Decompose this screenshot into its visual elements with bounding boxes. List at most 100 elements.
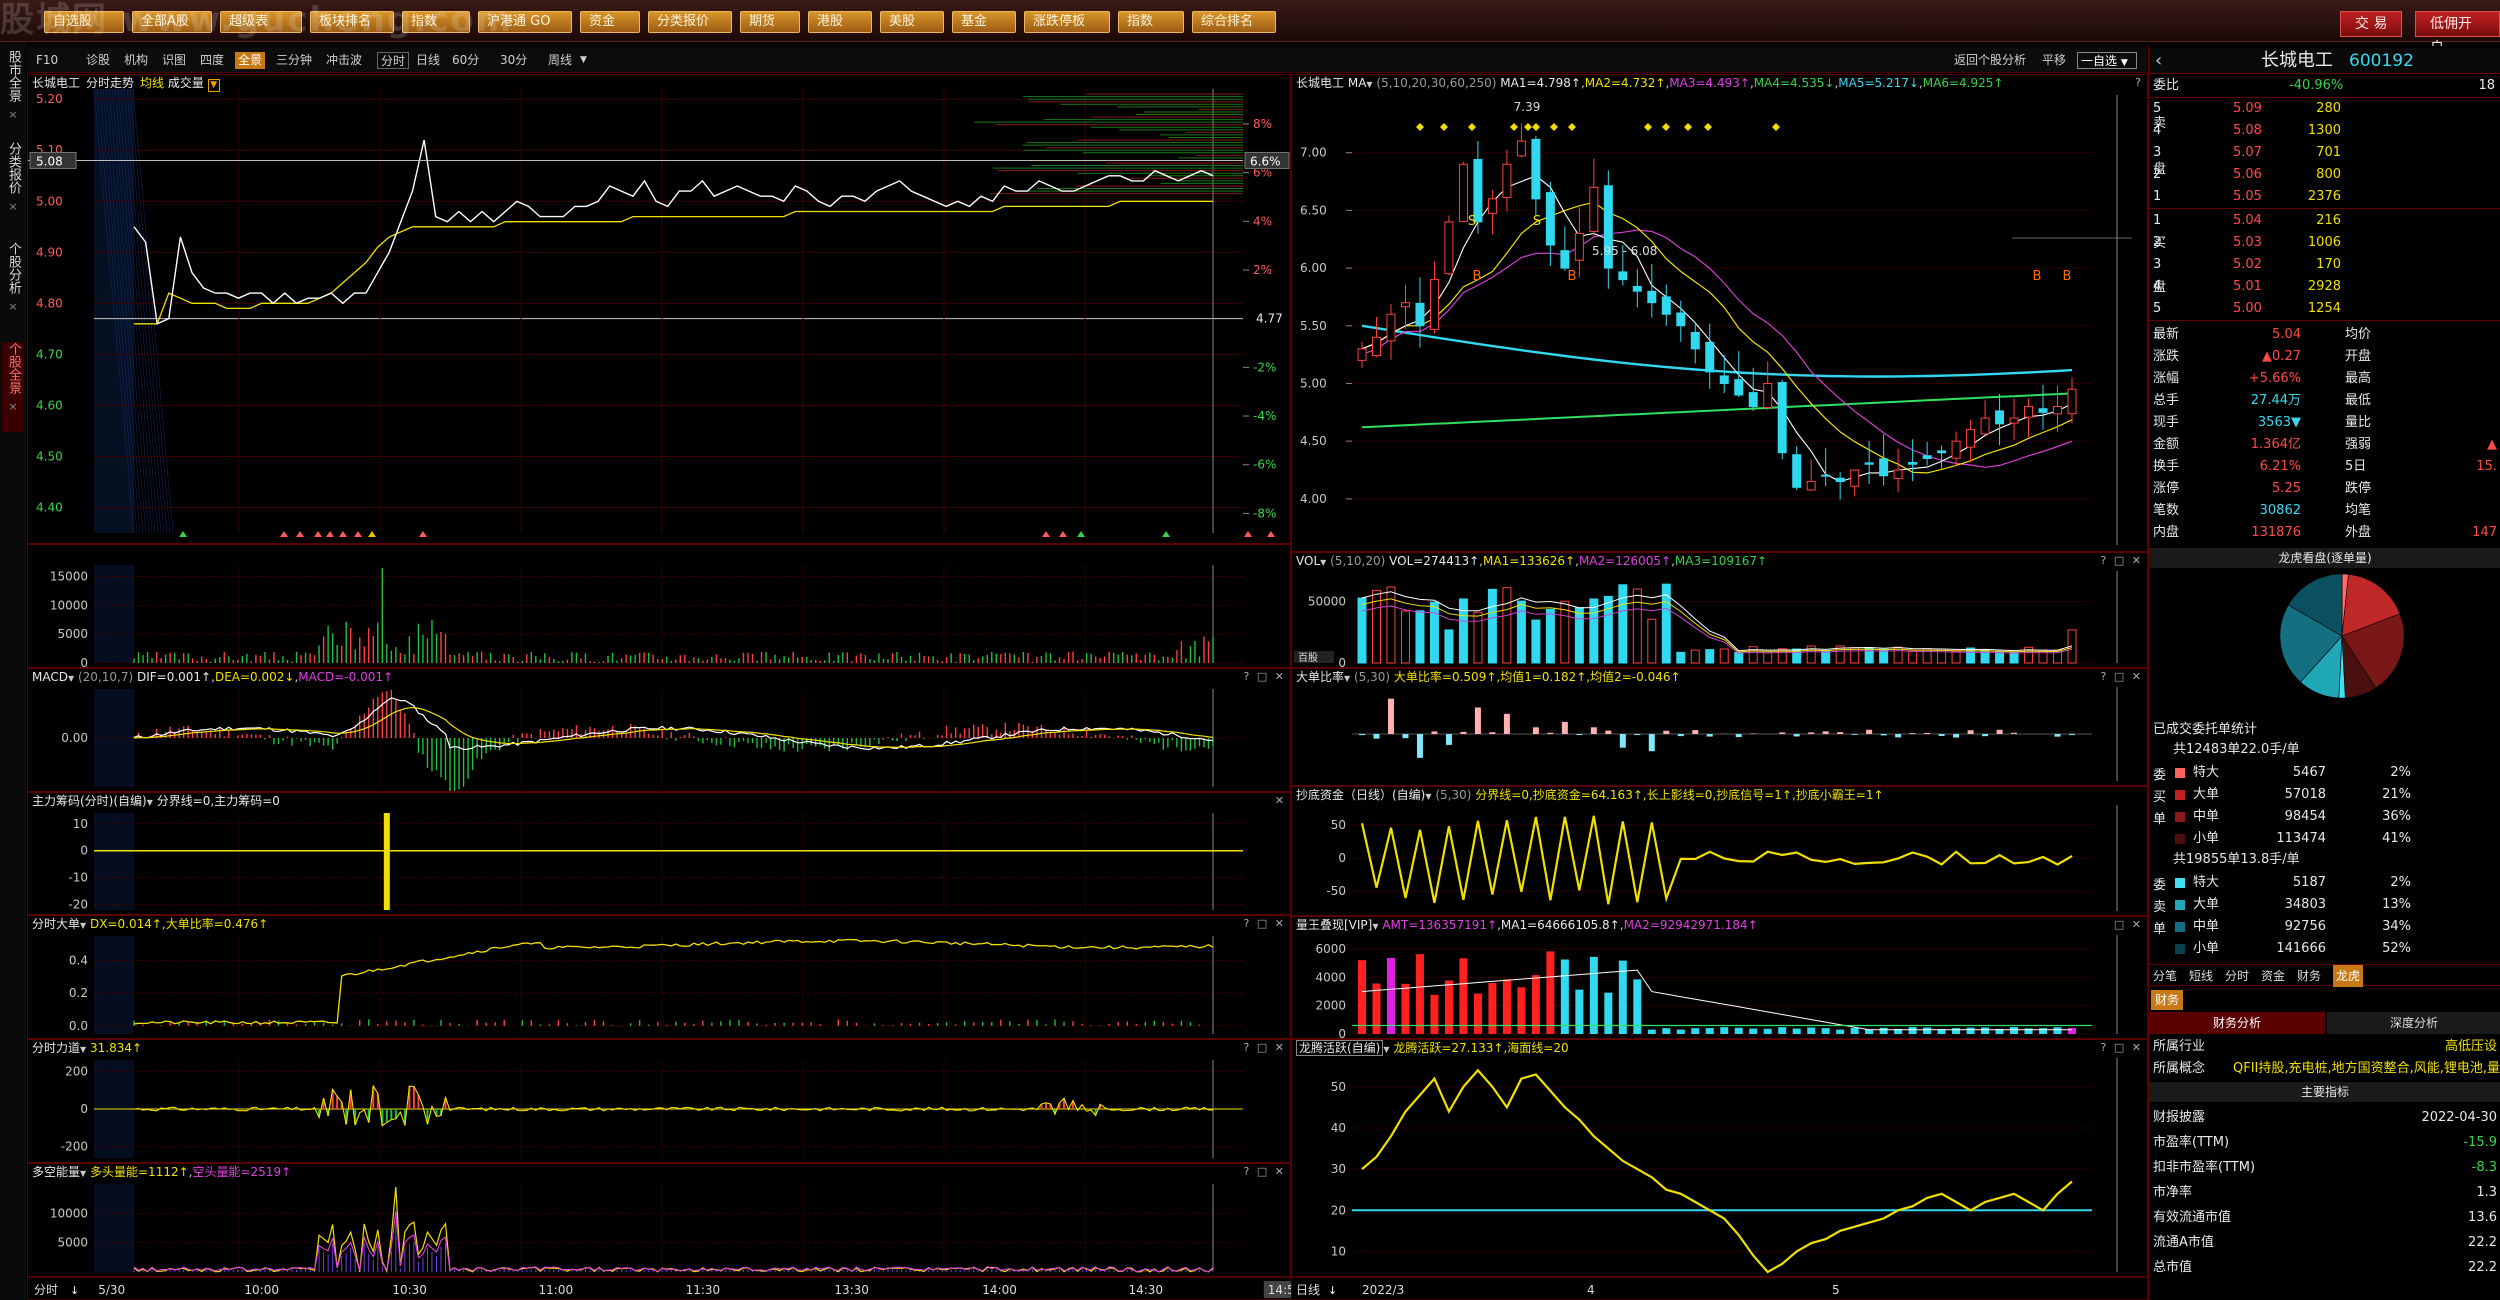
close-icon[interactable]: ×	[2, 107, 24, 123]
chaodi-panel[interactable]: 50 0 -50 抄底资金（日线）(自编)▼ (5,30) 分界线=0,抄底资金=6…	[1291, 786, 2148, 916]
toolbar-tab[interactable]: 三分钟	[273, 52, 315, 69]
bid-pan-label: 盘	[2153, 280, 2167, 295]
ma-menu[interactable]: MA	[1348, 76, 1367, 90]
duokong-panel[interactable]: 10000 5000 多空能量▼ 多头量能=1112↑,空头量能=2519↑ ? …	[27, 1163, 1291, 1277]
dadan-panel[interactable]: 0.4 0.2 0.0 分时大单▼ DX=0.014↑,大单比率=0.476↑ ? …	[27, 915, 1291, 1039]
macd-panel[interactable]: 0.00 MACD▼ (20,10,7) DIF=0.001↑,DEA=0.00…	[27, 668, 1291, 792]
watchlist-select[interactable]: 一自选 ▼	[2077, 52, 2137, 69]
quote-tab[interactable]: 分笔	[2153, 965, 2177, 987]
return-analysis-button[interactable]: 返回个股分析	[1951, 52, 2029, 69]
indicator-name[interactable]: 龙腾活跃(自编)	[1296, 1040, 1384, 1056]
chevron-down-icon[interactable]: ▼	[1366, 80, 1372, 89]
indicator-name[interactable]: 量王叠现[VIP]	[1296, 918, 1372, 932]
chevron-down-icon[interactable]: ▼	[147, 798, 153, 807]
close-icon[interactable]: ✕	[1275, 794, 1286, 807]
menu-item[interactable]: 分类报价	[648, 11, 732, 33]
stat-label: 涨幅	[2153, 371, 2180, 386]
menu-item[interactable]: 港股	[808, 11, 872, 33]
period-tab[interactable]: 日线	[413, 52, 443, 69]
lidao-panel[interactable]: 200 0 -200 分时力道▼ 31.834↑ ? □ ✕	[27, 1039, 1291, 1163]
time-axis-labels: 分时 ↓ 5/30 10:00 10:30 11:00 11:30 13:30 14:00 14:…	[34, 1281, 1292, 1298]
candle-body	[1806, 481, 1816, 491]
chevron-down-icon[interactable]: ▼	[68, 674, 74, 683]
menu-item[interactable]: 基金	[952, 11, 1016, 33]
open-account-button[interactable]: 低佣开户	[2415, 11, 2500, 56]
chevron-down-icon[interactable]: ▼	[80, 1045, 86, 1054]
intraday-volume-panel[interactable]: 15000 10000 5000 0	[27, 544, 1291, 668]
panel-controls[interactable]: ? □ ✕	[2101, 554, 2143, 567]
panel-controls[interactable]: ? □ ✕	[1244, 1165, 1286, 1178]
toolbar-tab[interactable]: F10	[33, 52, 61, 69]
trade-button[interactable]: 交 易	[2340, 11, 2403, 37]
toolbar-tab[interactable]: 四度	[197, 52, 227, 69]
chevron-down-icon[interactable]: ▼	[1383, 1045, 1389, 1054]
indicator-name[interactable]: VOL	[1296, 554, 1320, 568]
toolbar-tab[interactable]: 冲击波	[323, 52, 365, 69]
chevron-down-icon[interactable]: ▼	[1425, 792, 1431, 801]
menu-item[interactable]: 期货	[740, 11, 800, 33]
sidenav-stock-analysis[interactable]: 个股分析 ×	[2, 242, 24, 332]
volume-toggle[interactable]: 成交量	[168, 76, 204, 90]
quote-tab[interactable]: 财务	[2297, 965, 2321, 987]
indicator-name[interactable]: 抄底资金（日线）(自编)	[1296, 788, 1425, 802]
zhuli-panel[interactable]: 10 0 -10 -20 主力筹码(分时)(自编)▼ 分界线=0,主力筹码=0 ✕	[27, 792, 1291, 915]
menu-item[interactable]: 美股	[880, 11, 944, 33]
deep-analysis-tab[interactable]: 深度分析	[2327, 1012, 2500, 1034]
indicator-name[interactable]: 多空能量	[32, 1165, 80, 1179]
fin-analysis-tab[interactable]: 财务分析	[2149, 1012, 2325, 1034]
indicator-name[interactable]: 主力筹码(分时)(自编)	[32, 794, 147, 808]
menu-item[interactable]: 综合排名	[1192, 11, 1276, 33]
panel-controls[interactable]: ?	[2135, 76, 2143, 89]
liangwang-panel[interactable]: 6000 4000 2000 0 量王叠现[VIP]▼ AMT=136357191↑,…	[1291, 916, 2148, 1039]
period-tab[interactable]: 分时	[377, 52, 410, 69]
quote-tab[interactable]: 分时	[2225, 965, 2249, 987]
panel-controls[interactable]: □ ✕	[2114, 918, 2143, 931]
intraday-chart-panel[interactable]: 5.20 5.10 5.00 4.90 4.80 4.70 4.60 4.50 4.40 8% 6%…	[27, 74, 1291, 544]
ma-toggle[interactable]: 均线	[140, 76, 164, 90]
chevron-down-icon[interactable]: ▼	[1320, 558, 1326, 567]
chevron-down-icon[interactable]: ▼	[577, 52, 590, 69]
chevron-down-icon[interactable]: ▼	[1344, 674, 1350, 683]
close-icon[interactable]: ×	[2, 199, 24, 215]
axis-menu: 日线	[1296, 1283, 1320, 1297]
chevron-down-icon[interactable]: ▼	[1372, 922, 1378, 931]
quote-tab[interactable]: 龙虎	[2333, 965, 2364, 987]
close-icon[interactable]: ×	[2, 299, 24, 315]
chevron-down-icon[interactable]: ▼	[80, 921, 86, 930]
kbig-panel[interactable]: 大单比率▼ (5,30) 大单比率=0.509↑,均值1=0.182↑,均值2=…	[1291, 668, 2148, 786]
close-icon[interactable]: ×	[2, 399, 24, 415]
indicator-name[interactable]: 分时力道	[32, 1041, 80, 1055]
quote-tab[interactable]: 资金	[2261, 965, 2285, 987]
sidenav-market-overview[interactable]: 股市全景 ×	[2, 50, 24, 130]
panel-controls[interactable]: ? □ ✕	[2101, 670, 2143, 683]
indicator-name[interactable]: 大单比率	[1296, 670, 1344, 684]
finance-tab[interactable]: 财务	[2151, 990, 2184, 1010]
toolbar-tab[interactable]: 机构	[121, 52, 151, 69]
period-tab[interactable]: 30分	[497, 52, 530, 69]
menu-item[interactable]: 涨跌停板	[1024, 11, 1110, 33]
longteng-panel[interactable]: 50 40 30 20 10 龙腾活跃(自编) ▼ 龙腾活跃=27.133↑,海面线=20…	[1291, 1039, 2148, 1277]
order-volume: 5187	[2292, 875, 2326, 890]
toolbar-tab[interactable]: 全景	[235, 52, 266, 69]
sidenav-stock-panorama[interactable]: 个股全景 ×	[2, 342, 24, 432]
menu-item[interactable]: 资金	[580, 11, 640, 33]
panel-controls[interactable]: ? □ ✕	[1244, 917, 1286, 930]
period-tab[interactable]: 60分	[449, 52, 482, 69]
menu-item[interactable]: 指数	[1118, 11, 1184, 33]
panel-controls[interactable]: ? □ ✕	[1244, 670, 1286, 683]
indicator-name[interactable]: 分时大单	[32, 917, 80, 931]
toolbar-tab[interactable]: 诊股	[83, 52, 113, 69]
panel-controls[interactable]: ? □ ✕	[2101, 1041, 2143, 1054]
chevron-down-icon[interactable]: ▼	[207, 79, 220, 92]
sidenav-category-quotes[interactable]: 分类报价 ×	[2, 142, 24, 232]
panel-controls[interactable]: ? □ ✕	[1244, 1041, 1286, 1054]
pan-button[interactable]: 平移	[2039, 52, 2069, 69]
period-tab[interactable]: 周线	[545, 52, 575, 69]
kline-panel[interactable]: 7.006.506.005.505.004.504.007.393.805.95…	[1291, 74, 2148, 552]
quote-tab[interactable]: 短线	[2189, 965, 2213, 987]
chevron-down-icon[interactable]: ▼	[80, 1169, 86, 1178]
chevron-left-icon[interactable]: ‹	[2155, 48, 2162, 74]
indicator-name[interactable]: MACD	[32, 670, 68, 684]
kvol-panel[interactable]: 50000 0 百股 VOL▼ (5,10,20) VOL=274413↑,MA1=…	[1291, 552, 2148, 668]
toolbar-tab[interactable]: 识图	[159, 52, 189, 69]
